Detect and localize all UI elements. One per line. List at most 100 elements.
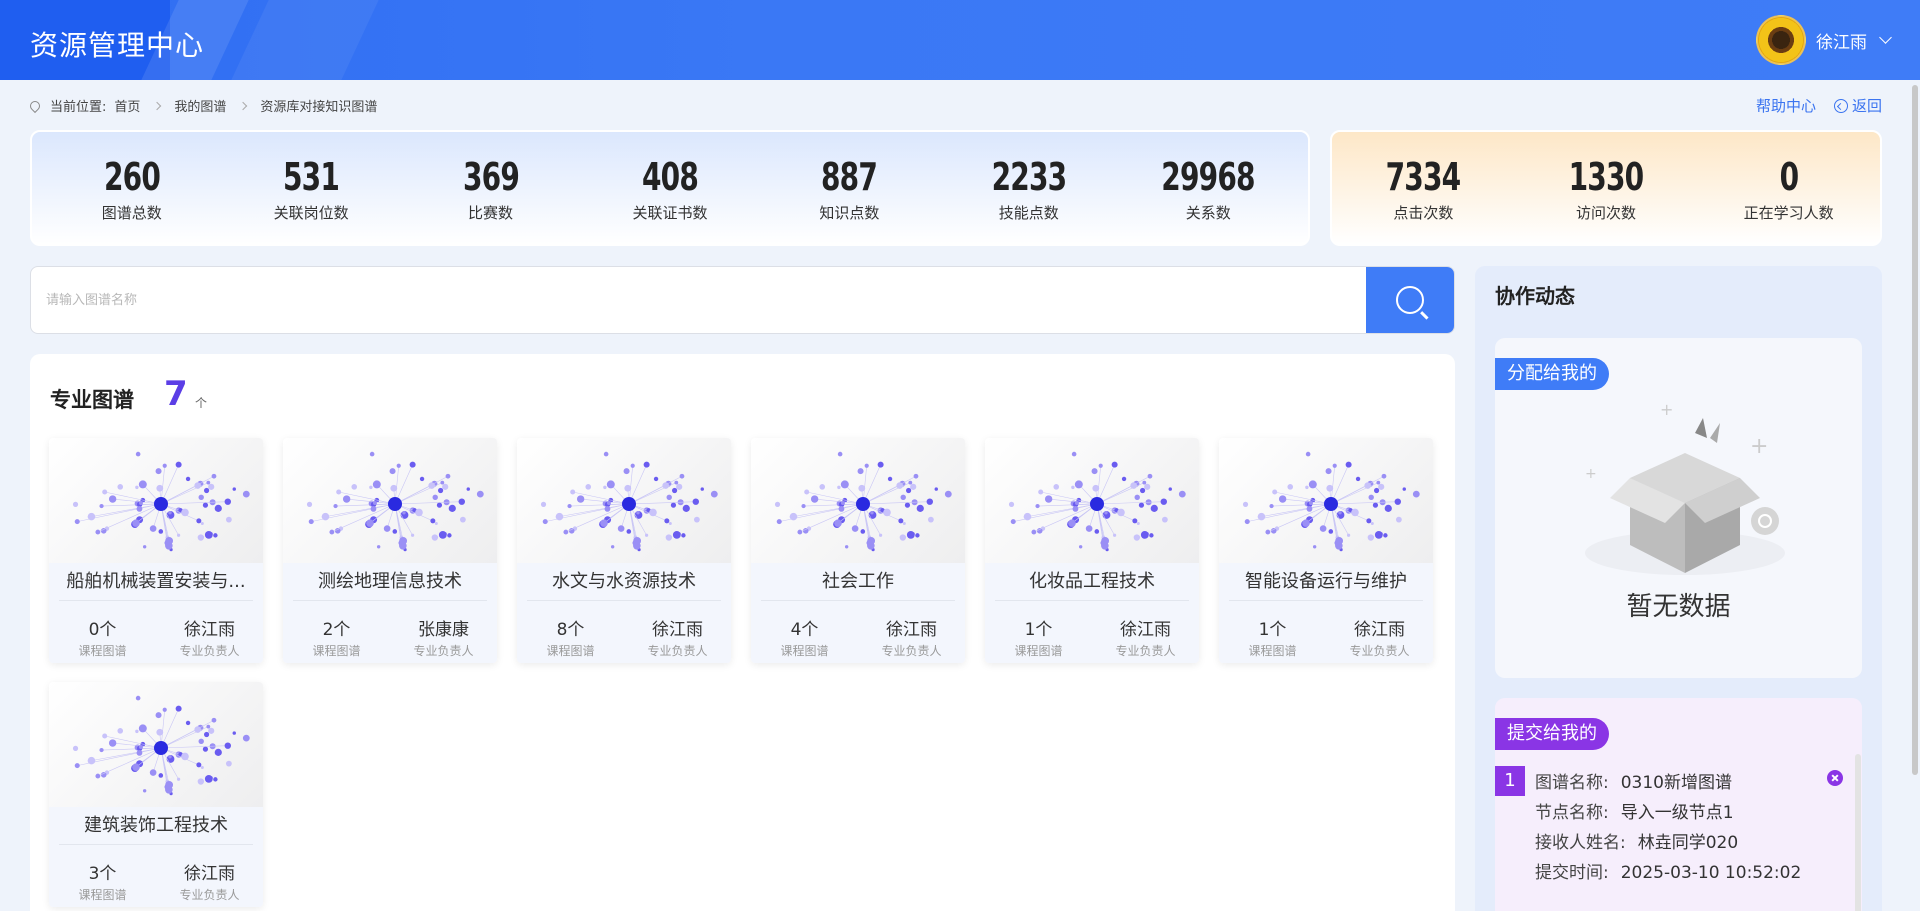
owner-label: 专业负责人	[647, 644, 708, 658]
back-label[interactable]: 返回	[1852, 95, 1882, 116]
card-title[interactable]: 化妆品工程技术	[995, 563, 1189, 601]
card-title[interactable]: 测绘地理信息技术	[293, 563, 487, 601]
breadcrumb-my-graphs[interactable]: 我的图谱	[174, 96, 226, 115]
section-count: 7	[164, 374, 188, 414]
svg-text:+: +	[1585, 466, 1597, 482]
graph-thumbnail[interactable]	[517, 438, 731, 563]
stat-label: 点击次数	[1393, 203, 1454, 222]
back-link[interactable]: 返回	[1833, 95, 1882, 116]
avatar[interactable]	[1756, 15, 1806, 65]
back-icon[interactable]	[1833, 98, 1848, 113]
section-unit: 个	[195, 396, 208, 410]
stat-learning-count: 0 正在学习人数	[1709, 154, 1869, 223]
course-graph-count: 2个 课程图谱	[283, 615, 390, 659]
submitted-to-me-box: 提交给我的 1 图谱名称: 0310新增图谱 节点名称: 导入一级节点1 接收人姓名…	[1495, 698, 1862, 911]
stat-value: 1330	[1568, 154, 1645, 199]
graph-thumbnail[interactable]	[49, 438, 263, 563]
help-center-label[interactable]: 帮助中心	[1756, 95, 1816, 116]
owner-label: 专业负责人	[413, 644, 474, 658]
empty-state-text: 暂无数据	[1626, 592, 1731, 622]
card-title[interactable]: 水文与水资源技术	[527, 563, 721, 601]
stat-label: 正在学习人数	[1743, 203, 1834, 222]
major-owner: 徐江雨 专业负责人	[1326, 615, 1433, 659]
graph-thumbnail[interactable]	[985, 438, 1199, 563]
stat-visit-count: 1330 访问次数	[1526, 154, 1686, 223]
stat-skill-count: 2233 技能点数	[949, 154, 1109, 223]
card-title[interactable]: 智能设备运行与维护	[1229, 563, 1423, 601]
stat-relation-count: 29968 关系数	[1128, 154, 1288, 223]
graph-card[interactable]: 船舶机械装置安装与... 0个 课程图谱 徐江雨 专业负责人	[49, 438, 263, 663]
page-scrollbar[interactable]	[1912, 85, 1918, 775]
user-menu[interactable]: 徐江雨	[1756, 14, 1892, 66]
graph-card[interactable]: 水文与水资源技术 8个 课程图谱 徐江雨 专业负责人	[517, 438, 731, 663]
card-title[interactable]: 建筑装饰工程技术	[59, 807, 253, 845]
submission-time: 提交时间: 2025-03-10 10:52:02	[1535, 858, 1801, 883]
stats-visit-panel: 7334 点击次数 1330 访问次数 0 正在学习人数	[1330, 130, 1882, 246]
stat-value: 2233	[991, 154, 1067, 199]
graph-thumbnail[interactable]	[1219, 438, 1433, 563]
owner-name: 徐江雨	[184, 864, 235, 884]
collaboration-title: 协作动态	[1495, 284, 1575, 308]
course-graph-count: 3个 课程图谱	[49, 859, 156, 903]
stat-value: 260	[103, 154, 161, 199]
course-graph-count: 1个 课程图谱	[985, 615, 1092, 659]
stat-label: 关联岗位数	[273, 203, 349, 222]
card-title[interactable]: 船舶机械装置安装与...	[59, 563, 253, 601]
major-owner: 徐江雨 专业负责人	[858, 615, 965, 659]
course-graph-count: 8个 课程图谱	[517, 615, 624, 659]
stat-certificate-count: 408 关联证书数	[590, 154, 750, 223]
course-count-label: 课程图谱	[546, 644, 595, 658]
owner-label: 专业负责人	[179, 888, 240, 902]
stat-label: 技能点数	[998, 203, 1059, 222]
major-owner: 张康康 专业负责人	[390, 615, 497, 659]
assigned-to-me-tag: 分配给我的	[1495, 358, 1609, 390]
svg-text:+: +	[1750, 434, 1768, 459]
section-title: 专业图谱	[50, 388, 134, 412]
search-button[interactable]	[1366, 267, 1454, 333]
graph-thumbnail[interactable]	[283, 438, 497, 563]
course-count-value: 1个	[1024, 620, 1053, 640]
graph-card[interactable]: 建筑装饰工程技术 3个 课程图谱 徐江雨 专业负责人	[49, 682, 263, 907]
graph-card[interactable]: 测绘地理信息技术 2个 课程图谱 张康康 专业负责人	[283, 438, 497, 663]
search-input[interactable]	[31, 267, 1366, 333]
graph-thumbnail[interactable]	[751, 438, 965, 563]
submission-graph-name: 图谱名称: 0310新增图谱	[1535, 768, 1732, 793]
course-count-label: 课程图谱	[78, 888, 127, 902]
stat-competition-count: 369 比赛数	[411, 154, 571, 223]
stat-value: 531	[283, 154, 340, 199]
close-icon[interactable]	[1827, 770, 1843, 786]
major-graph-panel: 专业图谱 7 个 船舶机械装置安装与... 0个 课程图谱 徐江雨 专业负责人 …	[30, 354, 1455, 911]
empty-box-illustration: + + +	[1585, 400, 1785, 575]
svg-text:+: +	[1660, 400, 1673, 419]
graph-card[interactable]: 化妆品工程技术 1个 课程图谱 徐江雨 专业负责人	[985, 438, 1199, 663]
course-count-value: 2个	[322, 620, 351, 640]
course-count-label: 课程图谱	[312, 644, 361, 658]
search-icon[interactable]	[1396, 286, 1424, 314]
breadcrumb-home[interactable]: 首页	[114, 96, 140, 115]
field-label: 提交时间:	[1535, 863, 1609, 883]
stat-value: 408	[641, 154, 699, 199]
card-body: 测绘地理信息技术 2个 课程图谱 张康康 专业负责人	[283, 563, 497, 663]
card-body: 社会工作 4个 课程图谱 徐江雨 专业负责人	[751, 563, 965, 663]
graph-card[interactable]: 社会工作 4个 课程图谱 徐江雨 专业负责人	[751, 438, 965, 663]
stat-label: 关联证书数	[632, 203, 708, 222]
breadcrumb-current: 资源库对接知识图谱	[260, 100, 378, 115]
field-value: 导入一级节点1	[1620, 803, 1734, 823]
major-owner: 徐江雨 专业负责人	[156, 615, 263, 659]
chevron-right-icon	[153, 101, 162, 110]
major-owner: 徐江雨 专业负责人	[624, 615, 731, 659]
user-name[interactable]: 徐江雨	[1816, 28, 1867, 53]
field-label: 节点名称:	[1535, 803, 1609, 823]
graph-card[interactable]: 智能设备运行与维护 1个 课程图谱 徐江雨 专业负责人	[1219, 438, 1433, 663]
course-graph-count: 0个 课程图谱	[49, 615, 156, 659]
stat-label: 关系数	[1185, 203, 1231, 222]
side-scrollbar[interactable]	[1855, 754, 1861, 911]
graph-thumbnail[interactable]	[49, 682, 263, 807]
owner-name: 张康康	[418, 620, 469, 640]
help-center-link[interactable]: 帮助中心	[1756, 95, 1816, 116]
card-title[interactable]: 社会工作	[761, 563, 955, 601]
owner-name: 徐江雨	[1120, 620, 1171, 640]
stat-label: 访问次数	[1575, 203, 1636, 222]
field-label: 接收人姓名:	[1535, 833, 1626, 853]
chevron-down-icon[interactable]	[1879, 31, 1892, 44]
